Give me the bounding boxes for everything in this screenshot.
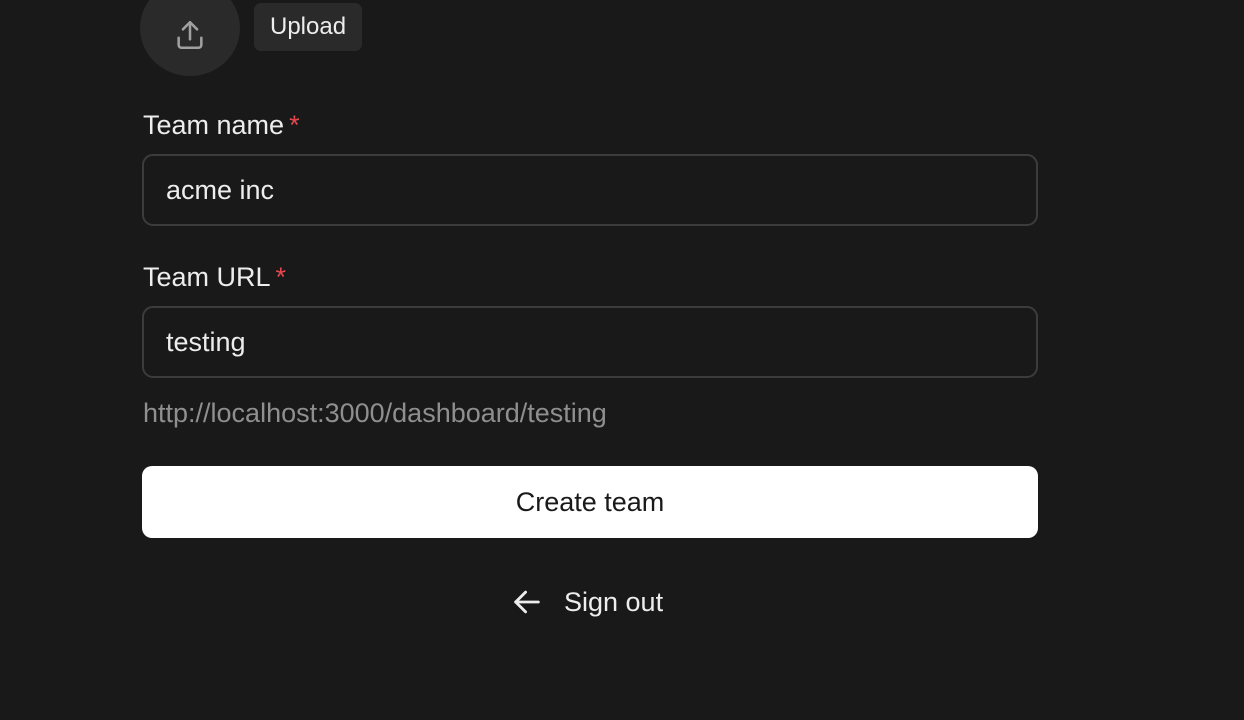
sign-out-label: Sign out [564, 586, 664, 617]
sign-out-link[interactable]: Sign out [510, 585, 663, 619]
upload-button[interactable]: Upload [254, 3, 363, 51]
create-team-page: Upload Team name* Team URL* http://local… [0, 0, 1244, 720]
team-url-label: Team URL * [143, 262, 286, 293]
team-name-input[interactable] [142, 154, 1038, 226]
team-name-label: Team name * [143, 110, 300, 141]
team-name-label-text: Team name [143, 110, 285, 140]
team-avatar-row: Upload [140, 0, 363, 76]
upload-icon [177, 20, 203, 50]
create-team-button[interactable]: Create team [142, 466, 1038, 538]
required-marker: * [275, 262, 287, 292]
required-marker: * [289, 110, 300, 140]
arrow-left-icon [514, 590, 540, 614]
team-url-input[interactable] [142, 306, 1038, 378]
avatar-upload-button[interactable] [140, 0, 240, 76]
team-url-preview: http://localhost:3000/dashboard/testing [143, 398, 607, 428]
team-url-label-text: Team URL [143, 262, 271, 292]
